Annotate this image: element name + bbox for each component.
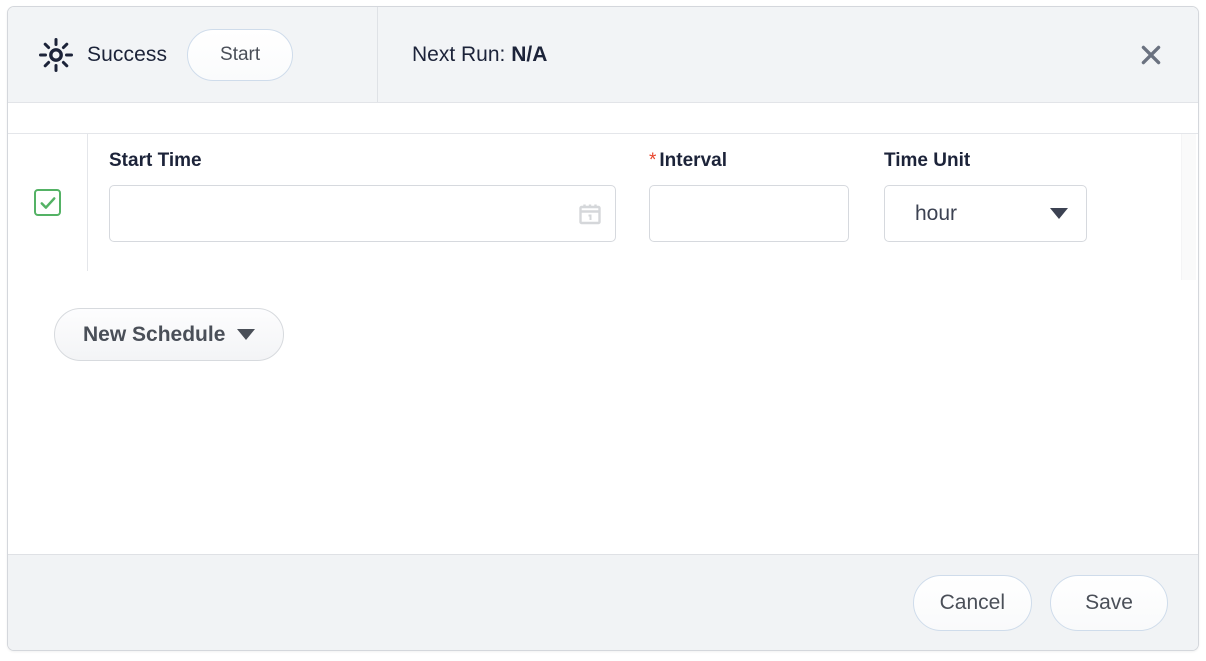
next-run-label: Next Run: [412, 43, 505, 66]
time-unit-field: Time Unit hour [884, 150, 1087, 242]
dialog-footer: Cancel Save [8, 554, 1198, 650]
new-schedule-label: New Schedule [83, 323, 225, 347]
status-label: Success [87, 43, 167, 67]
next-run-value: N/A [511, 43, 547, 66]
body-scrollbar[interactable] [1181, 134, 1196, 280]
header-status-section: Success Start [8, 7, 378, 102]
start-time-label: Start Time [109, 150, 616, 172]
calendar-icon[interactable] [578, 202, 602, 226]
header-nextrun-section: Next Run: N/A [379, 7, 1198, 102]
interval-field: *Interval [649, 150, 849, 242]
close-icon[interactable] [1134, 38, 1168, 72]
sun-icon [38, 37, 74, 73]
start-time-input-wrap [109, 185, 616, 242]
chevron-down-icon [237, 329, 255, 340]
dialog-body: Start Time [8, 103, 1198, 553]
time-unit-label: Time Unit [884, 150, 1087, 172]
start-time-input[interactable] [109, 185, 616, 242]
next-run-info: Next Run: N/A [412, 43, 547, 67]
start-time-field: Start Time [109, 150, 616, 242]
cancel-button[interactable]: Cancel [913, 575, 1032, 631]
schedule-enabled-checkbox[interactable] [34, 189, 61, 216]
schedule-enable-cell [8, 134, 88, 271]
interval-label-text: Interval [659, 150, 727, 171]
schedule-row: Start Time [8, 134, 1198, 271]
chevron-down-icon [1050, 208, 1068, 219]
start-button[interactable]: Start [187, 29, 293, 81]
save-button[interactable]: Save [1050, 575, 1168, 631]
time-unit-value: hour [915, 202, 957, 226]
interval-input[interactable] [649, 185, 849, 242]
schedule-fields: Start Time [109, 134, 1198, 271]
required-marker: * [649, 150, 656, 171]
interval-label: *Interval [649, 150, 849, 172]
schedule-dialog: Success Start Next Run: N/A [7, 6, 1199, 651]
new-schedule-button[interactable]: New Schedule [54, 308, 284, 361]
dialog-header: Success Start Next Run: N/A [8, 7, 1198, 103]
time-unit-select[interactable]: hour [884, 185, 1087, 242]
